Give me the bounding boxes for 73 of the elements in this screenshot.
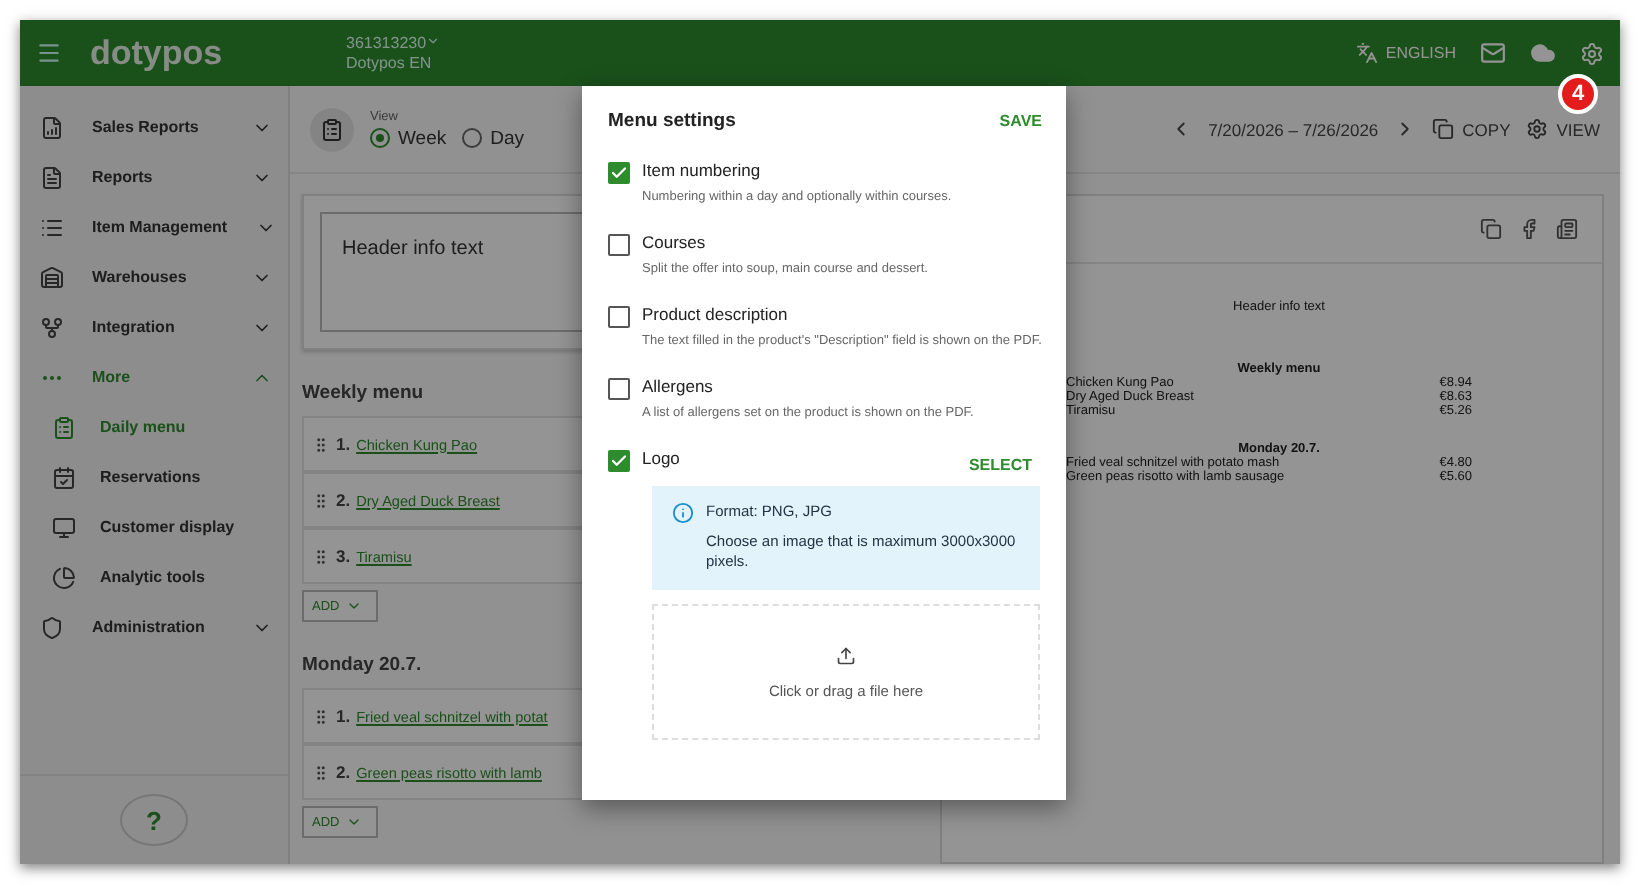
report-icon [40,115,64,139]
caret-icon [426,33,441,47]
clipboard-icon [320,117,344,141]
sidebar-item[interactable]: More [20,352,288,402]
item-number: 2. [336,762,351,782]
account-id[interactable]: 361313230 [346,33,441,53]
option-label: Logo [642,448,680,472]
facebook-icon[interactable] [1518,218,1540,240]
copy-icon [1432,118,1455,140]
pie-chart-icon [52,565,76,589]
settings-icon[interactable] [1580,41,1604,65]
checkbox[interactable] [608,378,630,400]
language-button[interactable]: ENGLISH [1385,44,1456,62]
item-number: 3. [336,546,351,566]
dialog-title: Menu settings [608,110,736,132]
checkbox[interactable] [608,162,630,184]
account-name: Dotypos EN [346,53,434,73]
section-title: Monday 20.7. [302,654,422,676]
step-badge: 4 [1558,74,1598,114]
sidebar-item[interactable]: Administration [20,602,288,652]
sidebar-item[interactable]: Reservations [20,452,288,502]
date-range: 7/20/2026 – 7/26/2026 [1208,119,1379,139]
translate-icon[interactable] [1355,42,1378,64]
checkbox[interactable] [608,450,630,472]
checkbox[interactable] [608,306,630,328]
help-button[interactable]: ? [120,794,188,846]
sidebar-item[interactable]: Integration [20,302,288,352]
drag-handle-icon[interactable] [312,491,330,509]
drag-handle-icon[interactable] [312,547,330,565]
sidebar-item[interactable]: Analytic tools [20,552,288,602]
sidebar-item[interactable]: Reports [20,152,288,202]
clipboard-icon [52,415,76,439]
cloud-icon[interactable] [1530,40,1556,66]
drag-handle-icon[interactable] [312,435,330,453]
caret-icon [345,814,362,830]
newspaper-icon[interactable] [1556,218,1578,240]
info-icon [672,502,694,524]
mail-icon[interactable] [1480,40,1506,66]
save-button[interactable]: SAVE [999,112,1042,130]
menu-icon[interactable] [36,40,62,66]
clipboard-button[interactable] [310,107,354,151]
item-number: 1. [336,434,351,454]
item-number: 2. [336,490,351,510]
fork-icon [40,315,64,339]
calendar-icon [52,465,76,489]
upload-icon [836,645,856,665]
copy-button[interactable]: COPY [1432,118,1511,140]
view-button[interactable]: VIEW [1526,118,1600,140]
item-number: 1. [336,706,351,726]
radio-option[interactable]: Day [462,127,525,149]
logo: dotypos [90,33,225,73]
option-label: Courses [642,232,708,252]
radio-option[interactable]: Week [370,127,447,149]
sidebar-item[interactable]: Daily menu [20,402,288,452]
select-button[interactable]: SELECT [968,456,1042,474]
copy-icon[interactable] [1480,218,1502,240]
section-title: Weekly menu [302,382,424,404]
warehouse-icon [40,265,64,289]
sidebar-item[interactable]: Warehouses [20,252,288,302]
option-label: Product description [642,304,790,324]
document-icon [40,165,64,189]
drag-handle-icon[interactable] [312,707,330,725]
monitor-icon [52,515,76,539]
gear-icon [1526,118,1549,140]
sidebar-item[interactable]: Item Management [20,202,288,252]
sidebar-item[interactable]: Sales Reports [20,102,288,152]
option-label: Allergens [642,376,715,396]
option-label: Item numbering [642,160,763,180]
sidebar-item[interactable]: Customer display [20,502,288,552]
caret-icon [345,598,362,614]
shield-icon [40,615,64,639]
drag-handle-icon[interactable] [312,763,330,781]
checkbox[interactable] [608,234,630,256]
